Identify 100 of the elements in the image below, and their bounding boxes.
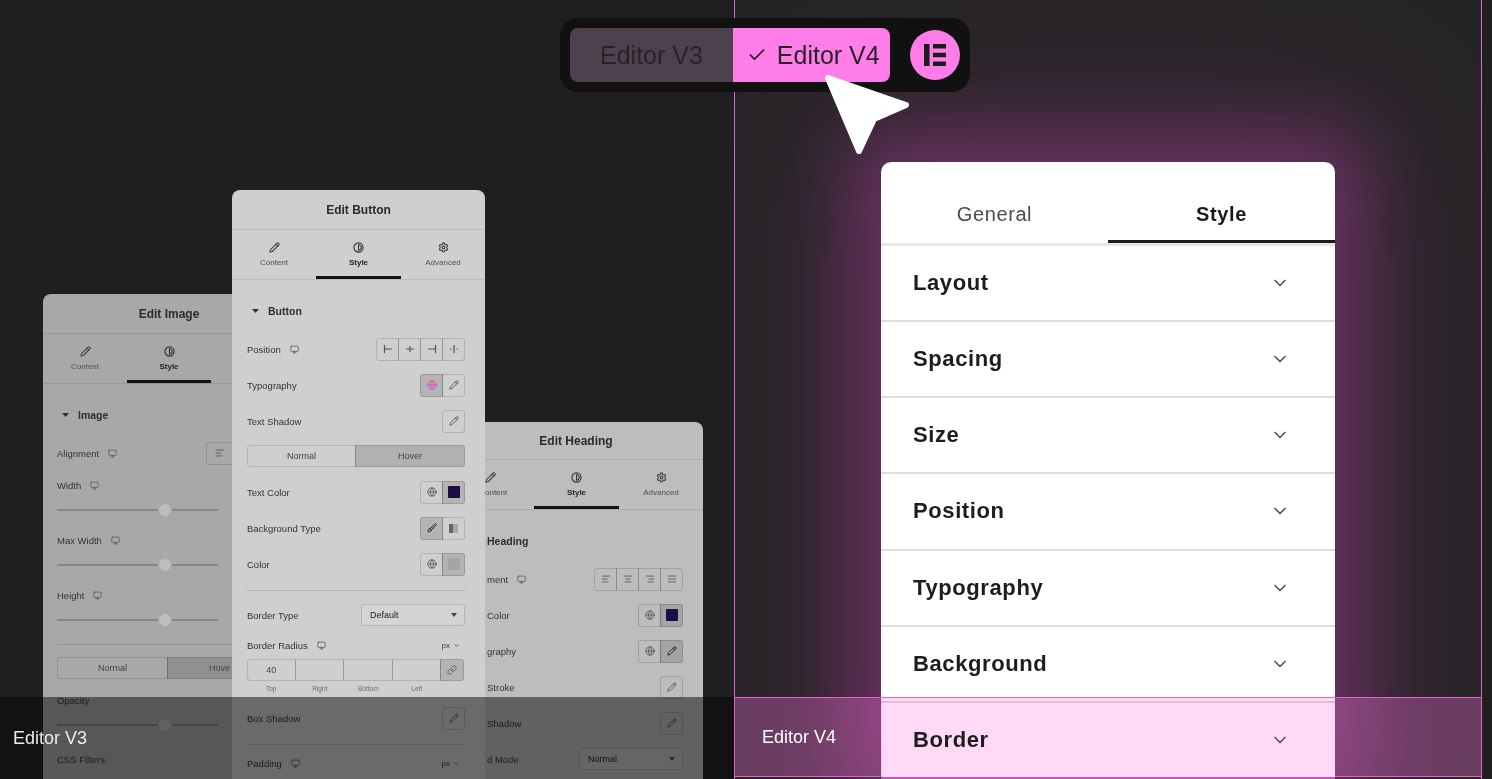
accordion-row[interactable]: Layout [881, 246, 1335, 323]
accordion-row[interactable]: Border [881, 702, 1335, 779]
control-label: Text Color [247, 486, 290, 498]
panel-tab[interactable]: Style [316, 230, 401, 279]
control-label: Height [57, 589, 85, 601]
panel-tab[interactable]: Content [43, 334, 127, 383]
align-left-icon [214, 448, 225, 458]
control-label: Padding [247, 757, 282, 769]
contrast-icon [571, 472, 582, 483]
panel-tab[interactable]: Content [232, 230, 316, 279]
settings-icon [655, 472, 667, 483]
select-field[interactable]: Default [361, 604, 465, 626]
panel-tab[interactable]: Style [534, 460, 619, 509]
state-tab[interactable]: Normal [57, 657, 168, 679]
panel-title: Edit Heading [539, 433, 613, 448]
control-label: Max Width [57, 534, 102, 546]
align-button[interactable] [638, 567, 661, 591]
switch-option[interactable]: Editor V4 [732, 28, 890, 82]
link-icon [447, 665, 457, 675]
panel-tab[interactable]: Style [127, 334, 211, 383]
input-field[interactable] [294, 659, 344, 681]
link-button[interactable] [440, 659, 464, 681]
align-left-icon [600, 574, 611, 584]
globe-button[interactable] [420, 373, 443, 397]
control-label: Box Shadow [247, 712, 301, 724]
pencil-icon [448, 380, 459, 390]
section-header[interactable]: Heading [487, 521, 529, 561]
align-right-icon [644, 574, 655, 584]
position-button[interactable] [420, 337, 443, 361]
align-button[interactable] [660, 567, 683, 591]
align-button[interactable] [594, 567, 617, 591]
edit-button[interactable] [660, 639, 683, 663]
caret-icon [669, 757, 675, 761]
section-header[interactable]: Image [57, 395, 109, 435]
control-label: Alignment [57, 447, 100, 459]
panel-tab[interactable]: ontent [485, 460, 534, 509]
color-button[interactable] [442, 480, 465, 504]
control-label: Color [247, 558, 270, 570]
panel-tab[interactable]: Advanced [401, 230, 485, 279]
control-label: d Mode [487, 753, 519, 765]
accordion-row[interactable]: Size [881, 398, 1335, 475]
brush-icon [426, 523, 437, 533]
control-label: Border Type [247, 609, 299, 621]
edit-button[interactable] [442, 706, 465, 730]
input-field[interactable]: 40 [247, 659, 296, 681]
position-button[interactable] [376, 337, 399, 361]
globe-button[interactable] [420, 552, 443, 576]
caret-icon [252, 309, 259, 313]
accordion-row[interactable]: Typography [881, 550, 1335, 627]
brush-button[interactable] [420, 516, 443, 540]
color-button[interactable] [660, 603, 683, 627]
logo-icon [909, 30, 960, 80]
control-label: Border Radius [247, 639, 308, 651]
pencil-icon [268, 242, 280, 253]
pencil-icon [79, 346, 91, 357]
align-start-icon [382, 344, 393, 354]
panel-title: Edit Button [326, 202, 391, 217]
slider-thumb[interactable] [157, 718, 172, 732]
caret-icon [62, 413, 69, 417]
gradient-button[interactable] [442, 516, 465, 540]
slider-thumb[interactable] [157, 503, 172, 517]
control-label: Width [57, 479, 82, 491]
globe-icon [644, 610, 655, 620]
panel-tab[interactable]: Style [1108, 162, 1335, 243]
accordion-row[interactable]: Background [881, 626, 1335, 703]
position-button[interactable] [442, 337, 465, 361]
align-end-icon [426, 344, 437, 354]
caret-icon [451, 613, 457, 617]
edit-button[interactable] [442, 409, 465, 433]
panel-title: Edit Image [138, 306, 200, 321]
globe-button[interactable] [638, 639, 661, 663]
chevron-down-icon [453, 641, 460, 649]
unit-dropdown[interactable]: px [441, 640, 460, 650]
edit-button[interactable] [660, 675, 683, 699]
color-button[interactable] [442, 552, 465, 576]
accordion-row[interactable]: Position [881, 474, 1335, 551]
caption-label: Editor V3 [13, 727, 88, 749]
control-label: Background Type [247, 522, 321, 534]
slider-thumb[interactable] [157, 558, 172, 572]
control-label: Typography [247, 379, 297, 391]
section-header[interactable]: Button [247, 291, 302, 331]
globe-icon [426, 380, 437, 390]
control-label: graphy [487, 645, 517, 657]
control-label: Stroke [487, 681, 515, 693]
input-field[interactable] [391, 659, 441, 681]
edit-button[interactable] [442, 373, 465, 397]
spread-icon [448, 344, 459, 354]
pencil-icon [666, 718, 677, 728]
pencil-icon [666, 646, 677, 656]
accordion-row[interactable]: Spacing [881, 322, 1335, 399]
state-tab[interactable]: Hover [355, 445, 465, 467]
slider-thumb[interactable] [157, 613, 172, 627]
align-button[interactable] [616, 567, 639, 591]
panel-tab[interactable]: General [881, 162, 1108, 243]
input-field[interactable] [343, 659, 393, 681]
state-tab[interactable]: Normal [247, 445, 356, 467]
position-button[interactable] [398, 337, 421, 361]
align-button[interactable] [206, 441, 232, 465]
caption-label: Editor V4 [762, 726, 837, 748]
panel-tab[interactable]: Advanced [619, 460, 703, 509]
